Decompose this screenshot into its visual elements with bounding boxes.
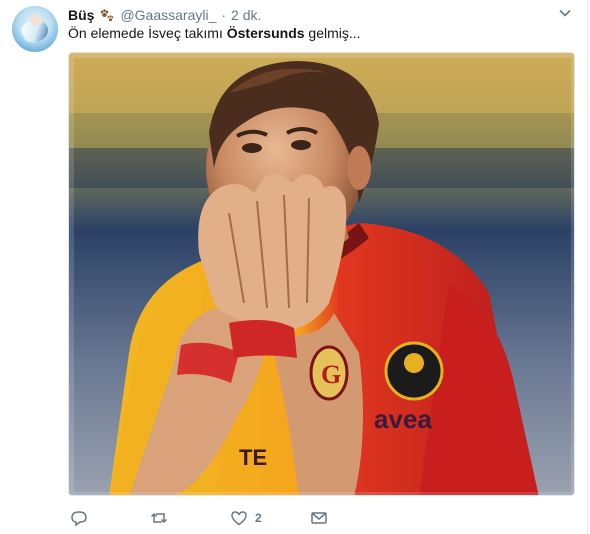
avatar[interactable]	[12, 6, 58, 52]
tweet-text-before: Ön elemede İsveç takımı	[68, 25, 227, 41]
reply-icon	[71, 511, 87, 527]
separator: ·	[221, 7, 227, 23]
svg-text:G: G	[321, 360, 341, 389]
envelope-icon	[311, 512, 327, 524]
direct-message-button[interactable]	[310, 508, 328, 528]
chevron-down-icon[interactable]	[558, 6, 572, 20]
reply-button[interactable]	[70, 508, 88, 528]
retweet-button[interactable]	[150, 508, 168, 528]
like-count: 2	[255, 511, 262, 525]
tweet-text-bold: Östersunds	[226, 25, 305, 41]
timeline-divider	[587, 0, 588, 534]
tweet: Büş @Gaassarayli_ · 2 dk. Ön elemede İsv…	[0, 0, 590, 534]
display-name[interactable]: Büş	[68, 7, 94, 23]
retweet-icon	[150, 512, 168, 524]
tweet-text-after: gelmiş...	[304, 25, 361, 41]
tweet-text: Ön elemede İsveç takımı Östersunds gelmi…	[68, 24, 361, 42]
heart-icon	[231, 511, 247, 526]
jersey-sponsor: avea	[374, 404, 432, 434]
user-handle[interactable]: @Gaassarayli_	[120, 7, 216, 23]
tweet-header: Büş @Gaassarayli_ · 2 dk.	[68, 5, 261, 25]
timestamp[interactable]: 2 dk.	[231, 7, 261, 23]
svg-text:TE: TE	[239, 445, 267, 470]
tweet-actions: 2	[68, 508, 368, 528]
photo-illustration: G avea TE	[69, 53, 574, 495]
like-button[interactable]: 2	[230, 508, 262, 528]
paw-prints-icon	[101, 9, 114, 22]
avatar-face	[30, 14, 42, 26]
tweet-photo[interactable]: G avea TE	[68, 52, 575, 496]
